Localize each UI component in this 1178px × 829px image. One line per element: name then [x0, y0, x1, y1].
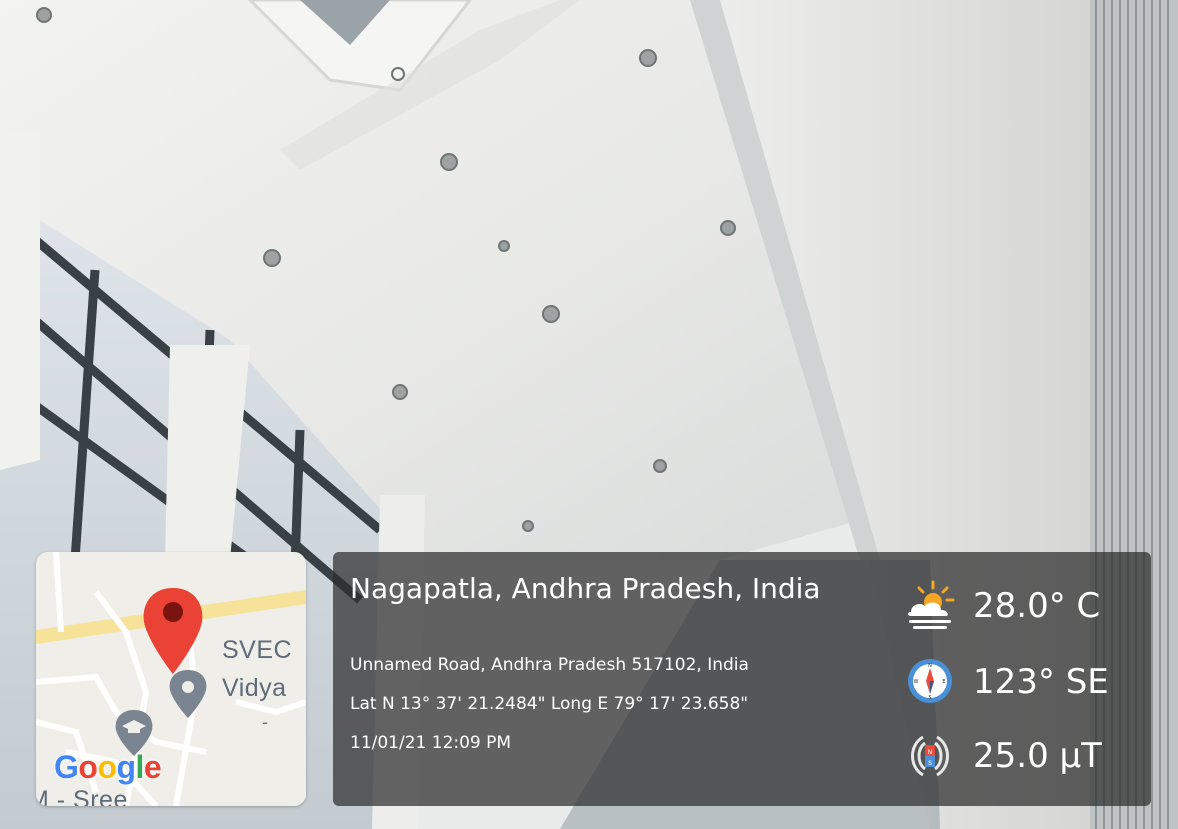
svg-text:N: N	[928, 749, 933, 756]
svg-text:E: E	[942, 679, 945, 685]
magnetic-field-value: 25.0 µT	[973, 736, 1102, 776]
compass-icon: N S W E	[908, 659, 952, 703]
magnet-field-icon: N S	[911, 735, 949, 777]
svg-text:S: S	[928, 695, 931, 701]
map-label-vidya: Vidya	[222, 674, 287, 702]
map-label-sree: M - Sree	[36, 786, 128, 807]
address-text: Unnamed Road, Andhra Pradesh 517102, Ind…	[350, 655, 749, 675]
svg-text:W: W	[914, 679, 919, 685]
map-label-dash: -	[262, 712, 268, 732]
svg-text:S: S	[928, 760, 932, 767]
google-logo: Google	[54, 749, 162, 785]
place-title: Nagapatla, Andhra Pradesh, India	[350, 572, 821, 605]
partly-sunny-icon	[908, 580, 955, 629]
map-label-svec: SVEC	[222, 636, 293, 664]
coordinates-text: Lat N 13° 37' 21.2484" Long E 79° 17' 23…	[350, 694, 749, 714]
datetime-text: 11/01/21 12:09 PM	[350, 733, 512, 753]
map-thumbnail[interactable]: SVEC Vidya - M - Sree Google	[36, 552, 306, 806]
heading-value: 123° SE	[973, 662, 1109, 702]
svg-text:N: N	[928, 663, 932, 669]
temperature-value: 28.0° C	[973, 586, 1101, 626]
geotag-info-panel: Nagapatla, Andhra Pradesh, India Unnamed…	[333, 552, 1151, 806]
